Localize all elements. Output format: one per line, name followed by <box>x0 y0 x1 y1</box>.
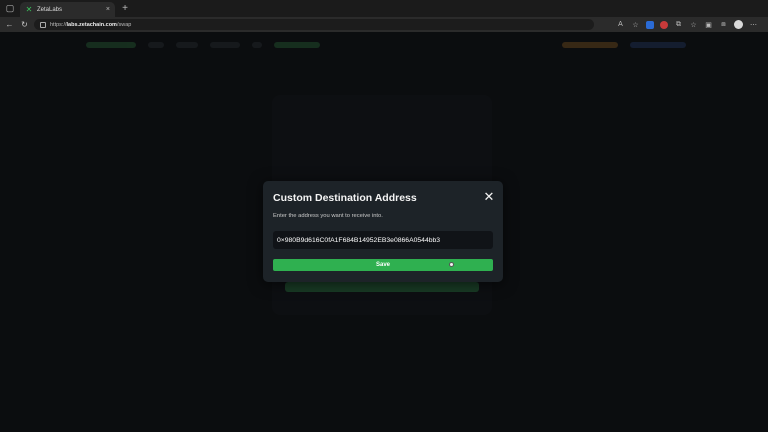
dimmed-nav-item <box>176 42 198 48</box>
dimmed-wallet-button <box>630 42 686 48</box>
save-button[interactable]: Save <box>273 259 493 271</box>
tab-title: ZetaLabs <box>37 6 63 13</box>
profile-avatar[interactable] <box>734 20 743 29</box>
tab-close-icon[interactable]: × <box>106 6 110 13</box>
mouse-cursor-icon <box>449 262 454 267</box>
back-arrow-icon[interactable]: ← <box>4 19 15 30</box>
browser-tab[interactable]: ✕ ZetaLabs × <box>20 2 115 17</box>
lock-icon <box>40 21 46 28</box>
dimmed-nav-item <box>252 42 262 48</box>
modal-title: Custom Destination Address <box>273 192 417 204</box>
dimmed-top-nav <box>86 40 686 50</box>
extension-blue-icon[interactable] <box>646 20 654 29</box>
dimmed-nav-item <box>210 42 240 48</box>
custom-destination-modal: Custom Destination Address ✕ Enter the a… <box>263 181 503 282</box>
dimmed-nav-item <box>274 42 320 48</box>
dimmed-logo <box>86 42 136 48</box>
browser-toolbar: ← ↻ https://labs.zetachain.com/swap A ☆ … <box>0 17 768 32</box>
extensions-puzzle-icon[interactable]: ⧉ <box>674 20 683 29</box>
more-menu-icon[interactable]: ⋯ <box>749 20 758 29</box>
browser-tabstrip: ▢ ✕ ZetaLabs × + <box>0 0 768 17</box>
dimmed-network-button <box>562 42 618 48</box>
favorites-icon[interactable]: ☆ <box>689 20 698 29</box>
close-icon[interactable]: ✕ <box>483 190 495 203</box>
favorite-star-icon[interactable]: ☆ <box>631 20 640 29</box>
tab-actions-icon[interactable]: ▢ <box>0 0 20 17</box>
new-tab-button[interactable]: + <box>118 2 132 16</box>
extension-red-icon[interactable] <box>660 20 668 29</box>
url-text: https://labs.zetachain.com/swap <box>50 21 132 28</box>
address-bar[interactable]: https://labs.zetachain.com/swap <box>34 19 594 30</box>
downloads-icon[interactable]: ⧈ <box>719 20 728 29</box>
reload-icon[interactable]: ↻ <box>19 19 30 30</box>
destination-address-input[interactable] <box>273 231 493 249</box>
modal-description: Enter the address you want to receive in… <box>273 213 383 219</box>
dimmed-swap-button <box>285 282 479 292</box>
dimmed-nav-item <box>148 42 164 48</box>
collections-icon[interactable]: ▣ <box>704 20 713 29</box>
toolbar-right-icons: A ☆ ⧉ ☆ ▣ ⧈ ⋯ <box>616 20 764 29</box>
read-aloud-icon[interactable]: A <box>616 20 625 29</box>
zetalabs-favicon-icon: ✕ <box>25 5 33 14</box>
